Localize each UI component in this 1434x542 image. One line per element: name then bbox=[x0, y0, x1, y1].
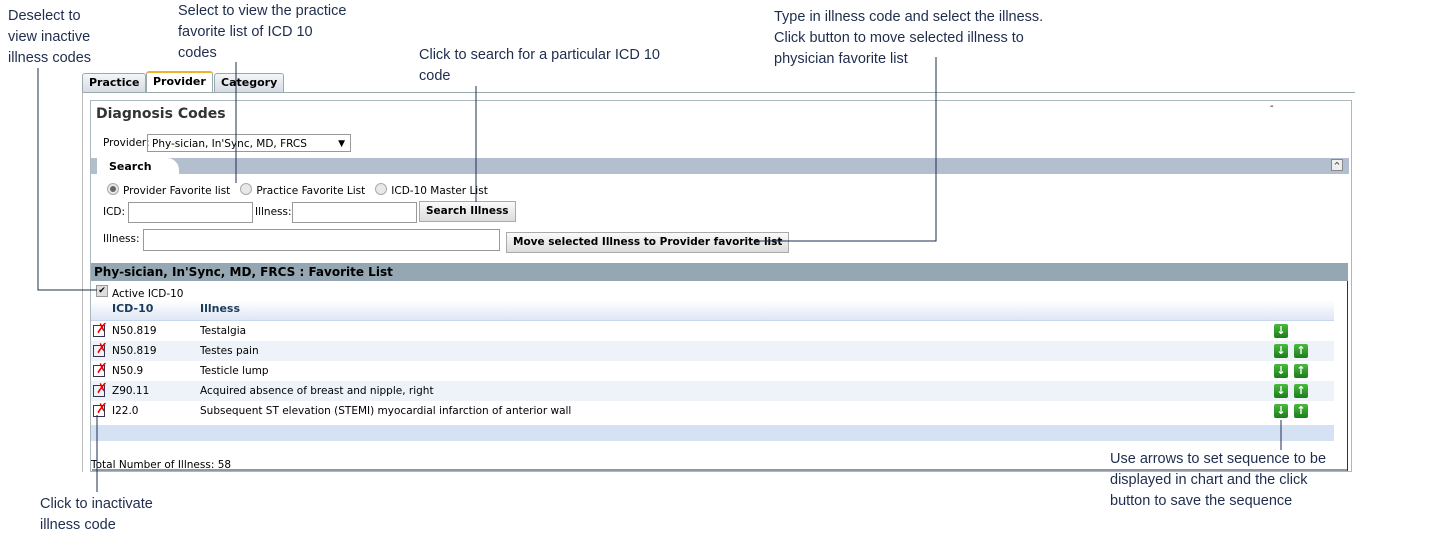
leader-lines bbox=[37, 57, 1347, 492]
leader-line-move bbox=[755, 57, 937, 242]
leader-line-deselect bbox=[37, 68, 97, 291]
